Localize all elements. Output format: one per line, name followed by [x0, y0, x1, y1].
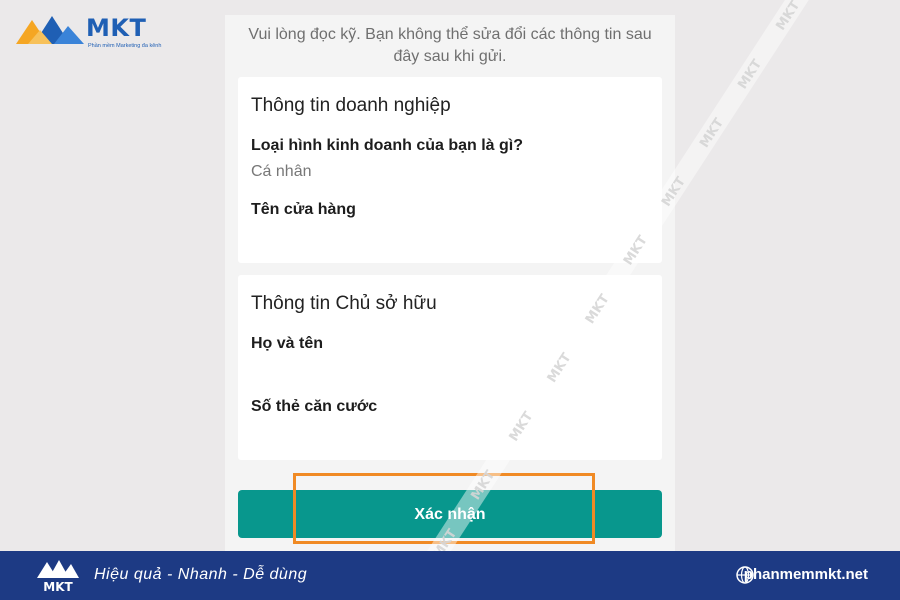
- mobile-screen: Vui lòng đọc kỹ. Bạn không thể sửa đổi c…: [225, 15, 675, 555]
- brand-name: MKT: [86, 14, 147, 42]
- brand-mountain-icon: [16, 16, 84, 44]
- store-name-label: Tên cửa hàng: [251, 201, 356, 218]
- notice-text: Vui lòng đọc kỹ. Bạn không thể sửa đổi c…: [248, 26, 652, 65]
- brand-logo: MKT Phần mềm Marketing đa kênh: [14, 12, 164, 52]
- owner-info-card: Thông tin Chủ sở hữu Họ và tên Số thẻ că…: [238, 275, 662, 460]
- footer-bar: MKT Hiệu quả - Nhanh - Dễ dùng phanmemmk…: [0, 551, 900, 600]
- business-section-title: Thông tin doanh nghiệp: [251, 95, 451, 116]
- confirm-button[interactable]: Xác nhận: [238, 490, 662, 538]
- owner-section-title: Thông tin Chủ sở hữu: [251, 293, 437, 314]
- footer-website-link[interactable]: phanmemmkt.net: [744, 566, 868, 583]
- footer-logo-icon: MKT: [37, 560, 79, 594]
- watermark-text: MKT: [773, 0, 803, 33]
- footer-slogan: Hiệu quả - Nhanh - Dễ dùng: [94, 566, 308, 583]
- id-card-label: Số thẻ căn cước: [251, 398, 378, 415]
- brand-tagline: Phần mềm Marketing đa kênh: [88, 43, 162, 49]
- footer-brand-name: MKT: [43, 580, 73, 594]
- full-name-label: Họ và tên: [251, 335, 324, 352]
- business-info-card: Thông tin doanh nghiệp Loại hình kinh do…: [238, 77, 662, 263]
- watermark-text: MKT: [697, 116, 727, 151]
- business-type-label: Loại hình kinh doanh của bạn là gì?: [251, 137, 524, 154]
- watermark-text: MKT: [735, 57, 765, 92]
- business-type-value: Cá nhân: [251, 163, 312, 180]
